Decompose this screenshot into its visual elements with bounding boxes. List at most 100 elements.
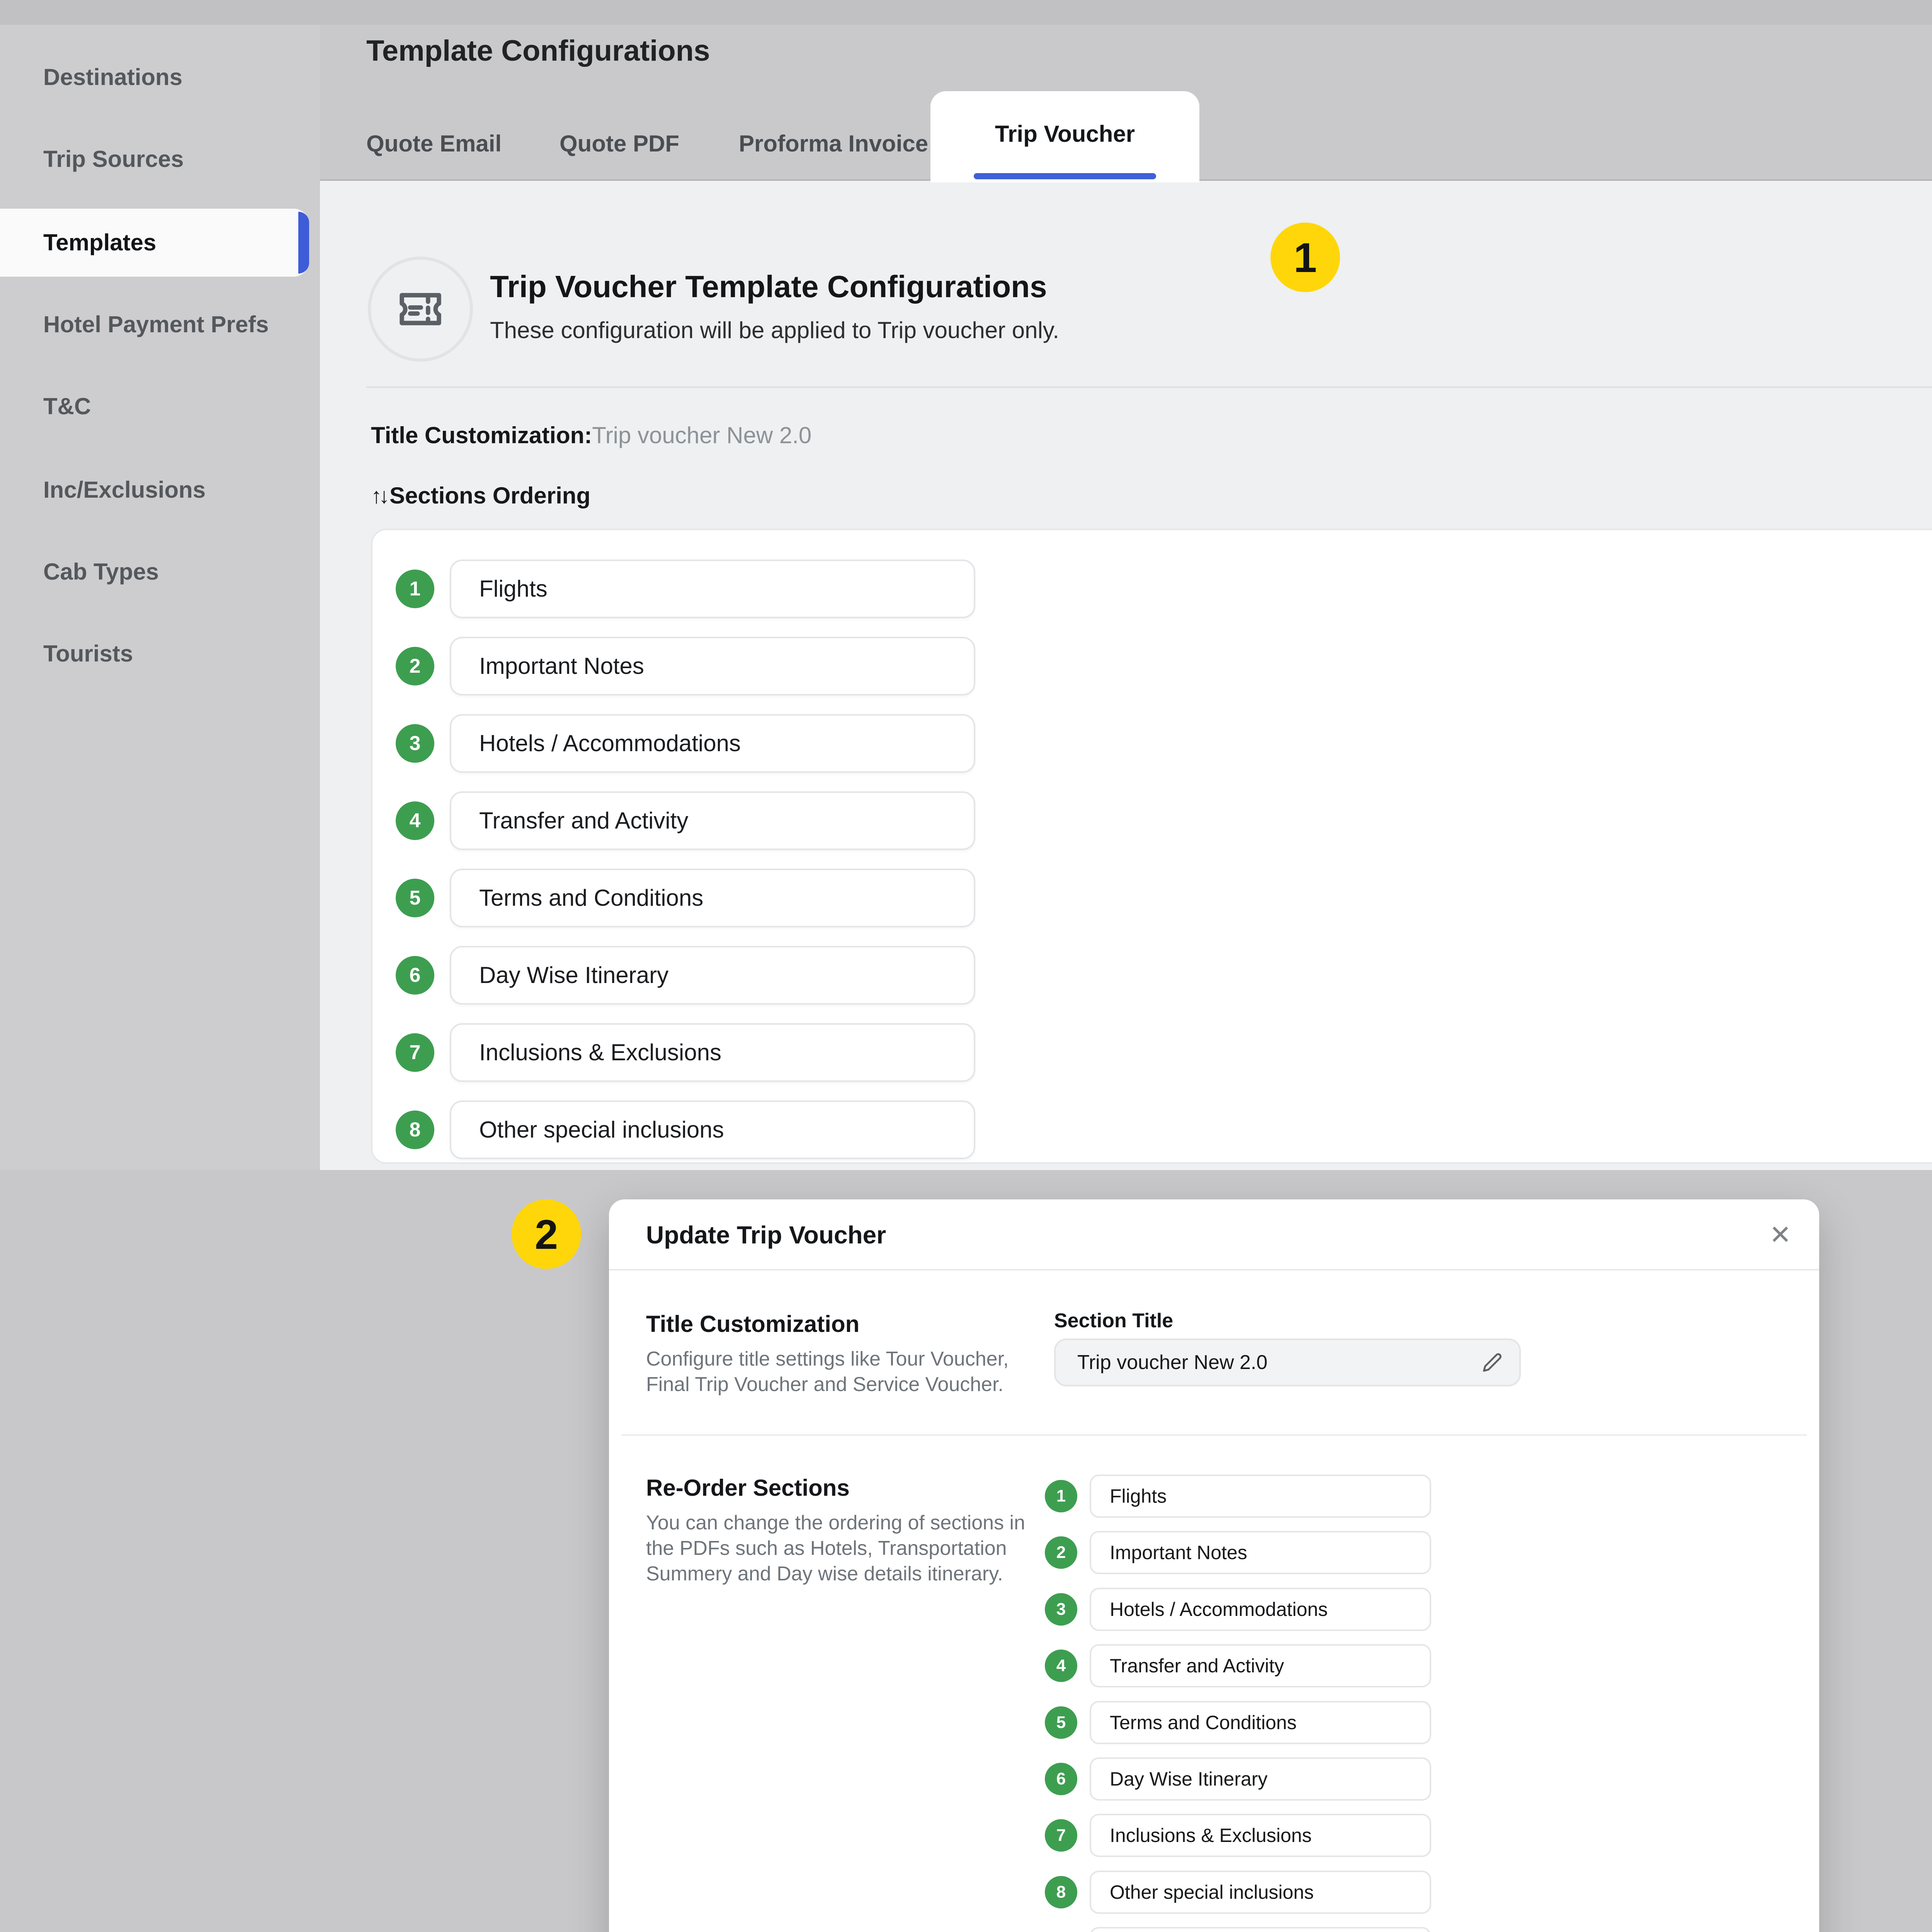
section-row: Important Notes xyxy=(372,637,1932,696)
section-row: Day Wise Itinerary xyxy=(372,946,1932,1005)
reorder-item[interactable]: Helpline xyxy=(1090,1927,1431,1932)
sections-ordering-label: Sections Ordering xyxy=(389,482,590,509)
reorder-item[interactable]: Hotels / Accommodations xyxy=(1090,1588,1431,1631)
title-customization-value: Trip voucher New 2.0 xyxy=(592,422,811,448)
reorder-item[interactable]: Transfer and Activity xyxy=(1090,1644,1431,1687)
reorder-item[interactable]: Flights xyxy=(1090,1475,1431,1518)
reorder-row: Transfer and Activity xyxy=(1045,1644,1431,1687)
section-title-label: Section Title xyxy=(1054,1309,1173,1332)
step-number-circle xyxy=(1045,1536,1077,1569)
reorder-sections-heading: Re-Order Sections xyxy=(646,1475,850,1501)
up-down-arrows-icon: ↑↓ xyxy=(371,483,386,508)
divider xyxy=(621,1434,1807,1436)
active-tab-underline xyxy=(974,173,1156,179)
divider xyxy=(366,386,1932,388)
step-number-circle xyxy=(396,1111,434,1149)
sidebar-item-label: Templates xyxy=(43,230,156,255)
panel-subtitle: These configuration will be applied to T… xyxy=(490,317,1059,344)
section-item: Terms and Conditions xyxy=(450,869,975,927)
panel-title: Trip Voucher Template Configurations xyxy=(490,269,1047,304)
title-customization-row: Title Customization:Trip voucher New 2.0 xyxy=(371,422,811,449)
modal-title-customization-heading: Title Customization xyxy=(646,1311,859,1337)
modal-title: Update Trip Voucher xyxy=(646,1199,886,1270)
sidebar: Destinations Trip Sources Templates Hote… xyxy=(0,25,320,1170)
step-number-circle xyxy=(1045,1876,1077,1908)
tab-proforma-invoice[interactable]: Proforma Invoice xyxy=(739,121,928,167)
section-item: Inclusions & Exclusions xyxy=(450,1023,975,1082)
step-number-circle xyxy=(396,801,434,840)
reorder-row: Inclusions & Exclusions xyxy=(1045,1814,1431,1857)
reorder-row: Hotels / Accommodations xyxy=(1045,1588,1431,1631)
page-title: Template Configurations xyxy=(366,34,710,68)
sections-ordering-heading: ↑↓ Sections Ordering xyxy=(371,482,590,509)
reorder-row: Helpline xyxy=(1045,1927,1431,1932)
modal-title-customization-description: Configure title settings like Tour Vouch… xyxy=(646,1346,1029,1397)
sidebar-item-inc-exclusions[interactable]: Inc/Exclusions xyxy=(0,456,309,524)
reorder-item[interactable]: Terms and Conditions xyxy=(1090,1701,1431,1744)
sidebar-item-hotel-payment-prefs[interactable]: Hotel Payment Prefs xyxy=(0,291,309,359)
reorder-row: Other special inclusions xyxy=(1045,1871,1431,1914)
screen: Destinations Trip Sources Templates Hote… xyxy=(0,0,1932,1932)
reorder-row: Terms and Conditions xyxy=(1045,1701,1431,1744)
ticket-icon-circle xyxy=(368,257,473,362)
step-number-circle xyxy=(396,570,434,608)
reorder-item[interactable]: Other special inclusions xyxy=(1090,1871,1431,1914)
sidebar-item-destinations[interactable]: Destinations xyxy=(0,43,309,111)
section-item: Hotels / Accommodations xyxy=(450,714,975,773)
section-row: Inclusions & Exclusions xyxy=(372,1023,1932,1082)
step-number-circle xyxy=(1045,1819,1077,1852)
section-row: Transfer and Activity xyxy=(372,791,1932,850)
tab-quote-pdf[interactable]: Quote PDF xyxy=(560,121,679,167)
close-icon[interactable]: ✕ xyxy=(1769,1199,1791,1270)
section-item: Day Wise Itinerary xyxy=(450,946,975,1005)
step-badge-1: 1 xyxy=(1270,223,1340,292)
reorder-item[interactable]: Day Wise Itinerary xyxy=(1090,1757,1431,1801)
section-item: Other special inclusions xyxy=(450,1100,975,1159)
step-number-circle xyxy=(1045,1480,1077,1512)
section-item: Transfer and Activity xyxy=(450,791,975,850)
tab-trip-voucher[interactable]: Trip Voucher xyxy=(930,91,1199,182)
reorder-sections-description: You can change the ordering of sections … xyxy=(646,1510,1029,1587)
step-number-circle xyxy=(1045,1593,1077,1626)
section-row: Other special inclusions xyxy=(372,1100,1932,1159)
section-row: Flights xyxy=(372,560,1932,618)
trip-voucher-tab-panel: Trip Voucher Template Configurations The… xyxy=(320,181,1932,1170)
sections-ordering-card: Flights Important Notes Hotels / Accommo… xyxy=(371,529,1932,1164)
reorder-row: Flights xyxy=(1045,1475,1431,1518)
step-number-circle xyxy=(1045,1706,1077,1739)
step-number-circle xyxy=(1045,1763,1077,1795)
section-title-input[interactable]: Trip voucher New 2.0 xyxy=(1054,1338,1521,1386)
title-customization-label: Title Customization: xyxy=(371,422,592,448)
step-number-circle xyxy=(396,1033,434,1072)
section-item: Important Notes xyxy=(450,637,975,696)
sidebar-item-templates[interactable]: Templates xyxy=(0,209,309,277)
modal-header: Update Trip Voucher ✕ xyxy=(609,1199,1819,1270)
section-item: Flights xyxy=(450,560,975,618)
section-row: Hotels / Accommodations xyxy=(372,714,1932,773)
pencil-icon[interactable] xyxy=(1482,1352,1502,1372)
section-title-value: Trip voucher New 2.0 xyxy=(1077,1351,1267,1374)
update-trip-voucher-modal: Update Trip Voucher ✕ Title Customizatio… xyxy=(609,1199,1819,1932)
sidebar-item-trip-sources[interactable]: Trip Sources xyxy=(0,125,309,193)
reorder-row: Important Notes xyxy=(1045,1531,1431,1574)
sidebar-item-tandc[interactable]: T&C xyxy=(0,372,309,440)
section-row: Terms and Conditions xyxy=(372,869,1932,927)
step-number-circle xyxy=(396,647,434,685)
page-header: Template Configurations Quote Email Quot… xyxy=(320,25,1932,181)
ticket-icon xyxy=(393,281,448,337)
tab-quote-email[interactable]: Quote Email xyxy=(366,121,502,167)
top-strip xyxy=(0,0,1932,25)
reorder-row: Day Wise Itinerary xyxy=(1045,1757,1431,1801)
reorder-item[interactable]: Inclusions & Exclusions xyxy=(1090,1814,1431,1857)
reorder-item[interactable]: Important Notes xyxy=(1090,1531,1431,1574)
active-indicator-bar xyxy=(298,212,309,274)
tab-label: Trip Voucher xyxy=(930,121,1199,147)
step-badge-2: 2 xyxy=(512,1199,581,1269)
step-number-circle xyxy=(1045,1650,1077,1682)
sidebar-item-tourists[interactable]: Tourists xyxy=(0,620,309,688)
reorder-sections-list: Flights Important Notes Hotels / Accommo… xyxy=(1045,1475,1431,1932)
step-number-circle xyxy=(396,724,434,763)
step-number-circle xyxy=(396,956,434,995)
step-number-circle xyxy=(396,879,434,917)
sidebar-item-cab-types[interactable]: Cab Types xyxy=(0,538,309,606)
